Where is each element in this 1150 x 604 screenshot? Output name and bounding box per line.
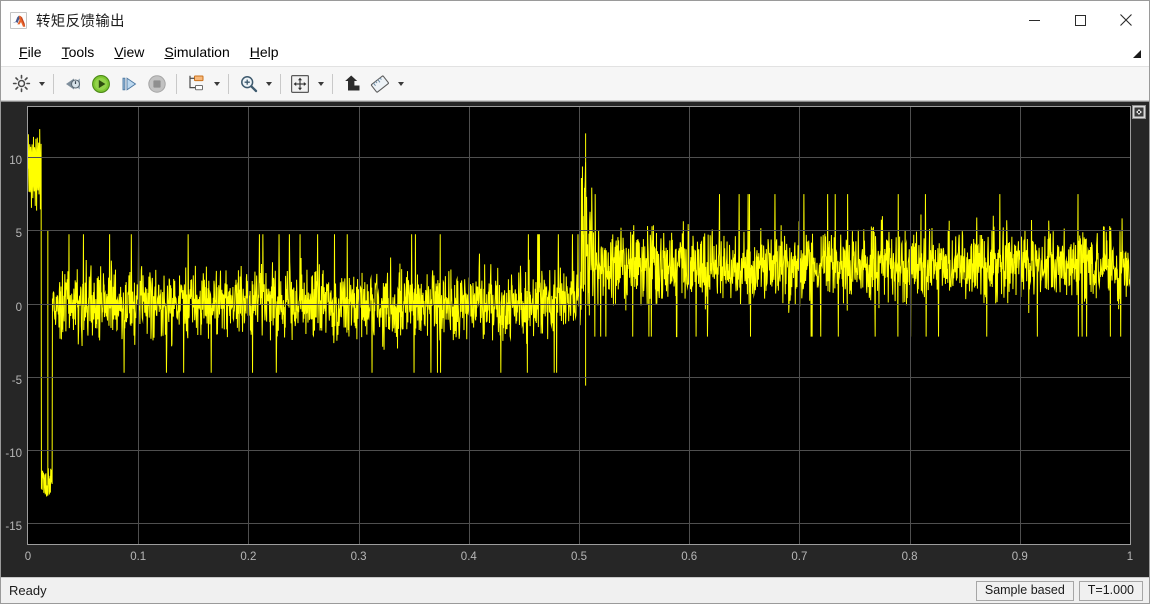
grid-line-vertical [579,107,580,544]
x-axis-tick-label: 0.1 [130,551,147,563]
grid-line-vertical [359,107,360,544]
signal-selection-button[interactable] [182,70,210,98]
x-axis-tick-label: 0.2 [240,551,257,563]
measurements-dropdown-caret[interactable] [394,70,407,98]
x-axis-tick-label: 0.7 [791,551,808,563]
autoscale-dropdown-caret[interactable] [314,70,327,98]
x-axis-tick-label: 0.3 [350,551,367,563]
status-bar-right: Sample based T=1.000 [975,581,1143,601]
menu-help[interactable]: Help [240,41,289,64]
x-axis-tick-label: 1 [1126,551,1134,563]
y-axis-tick-label: 0 [15,301,22,314]
stop-button [143,70,171,98]
menu-mnemonic: H [249,44,260,60]
measurements-button[interactable] [366,70,394,98]
close-button[interactable] [1103,1,1149,39]
grid-line-vertical [248,107,249,544]
autoscale-button[interactable] [286,70,314,98]
step-forward-button[interactable] [115,70,143,98]
menu-bar: File Tools View Simulation Help [1,39,1149,67]
y-axis-tick-label: 10 [9,154,22,167]
menu-mnemonic: F [19,44,28,60]
menu-overflow-arrow-icon[interactable] [1129,47,1143,61]
x-axis-tick-label: 0.9 [1011,551,1028,563]
grid-line-horizontal [28,304,1130,305]
menu-tools[interactable]: Tools [52,41,105,64]
back-to-start-button[interactable] [59,70,87,98]
title-bar: 转矩反馈输出 [1,1,1149,39]
status-time-panel: T=1.000 [1078,581,1143,601]
menu-simulation[interactable]: Simulation [154,41,239,64]
y-axis-tick-label: -15 [5,521,22,534]
maximize-button[interactable] [1057,1,1103,39]
toolbar-separator-1 [53,73,54,94]
grid-line-vertical [138,107,139,544]
run-button[interactable] [87,70,115,98]
y-axis-tick-label: 5 [15,228,22,241]
expand-axes-icon[interactable] [1132,105,1146,119]
window-controls [1011,1,1149,39]
y-axis-labels: 10 5 0 -5 -10 -15 [1,106,25,545]
grid-line-vertical [1020,107,1021,544]
y-axis-tick-label: -5 [11,374,22,387]
zoom-button[interactable] [234,70,262,98]
grid-line-vertical [910,107,911,544]
zoom-dropdown-caret[interactable] [262,70,275,98]
toolbar-separator-2 [176,73,177,94]
grid-line-horizontal [28,377,1130,378]
grid-line-horizontal [28,157,1130,158]
toolbar-separator-5 [332,73,333,94]
x-axis-tick-label: 0.6 [681,551,698,563]
menu-view[interactable]: View [104,41,154,64]
status-ready-text: Ready [9,583,47,598]
cursor-measurements-button[interactable] [338,70,366,98]
grid-line-vertical [469,107,470,544]
toolbar [1,67,1149,101]
grid-line-vertical [799,107,800,544]
menu-mnemonic: T [61,44,69,60]
y-axis-tick-label: -10 [5,448,22,461]
signal-selection-dropdown-caret[interactable] [210,70,223,98]
x-axis-labels: 0 0.1 0.2 0.3 0.4 0.5 0.6 0.7 0.8 0.9 1 [24,551,1134,567]
grid-line-horizontal [28,523,1130,524]
status-bar: Ready Sample based T=1.000 [1,577,1149,603]
x-axis-tick-label: 0.5 [571,551,587,563]
x-axis-tick-label: 0 [24,551,32,563]
scope-window: 转矩反馈输出 File Tools View Simulation Help 1… [0,0,1150,604]
status-mode-panel: Sample based [975,581,1074,601]
grid-line-vertical [689,107,690,544]
x-axis-tick-label: 0.4 [460,551,477,563]
scope-display-area: 10 5 0 -5 -10 -15 0 0.1 0.2 0.3 0.4 0.5 0.6 0.7 0.8 0.… [1,101,1149,577]
minimize-button[interactable] [1011,1,1057,39]
menu-mnemonic: V [114,44,124,60]
grid-line-horizontal [28,230,1130,231]
window-title: 转矩反馈输出 [36,13,125,30]
configuration-properties-button[interactable] [7,70,35,98]
menu-mnemonic: S [164,44,174,60]
matlab-icon [10,11,27,29]
title-bar-left: 转矩反馈输出 [1,10,125,31]
toolbar-separator-4 [280,73,281,94]
plot-area[interactable] [27,106,1131,545]
menu-file[interactable]: File [9,41,52,64]
x-axis-tick-label: 0.8 [901,551,918,563]
grid-line-horizontal [28,450,1130,451]
toolbar-separator-3 [228,73,229,94]
configuration-dropdown-caret[interactable] [35,70,48,98]
